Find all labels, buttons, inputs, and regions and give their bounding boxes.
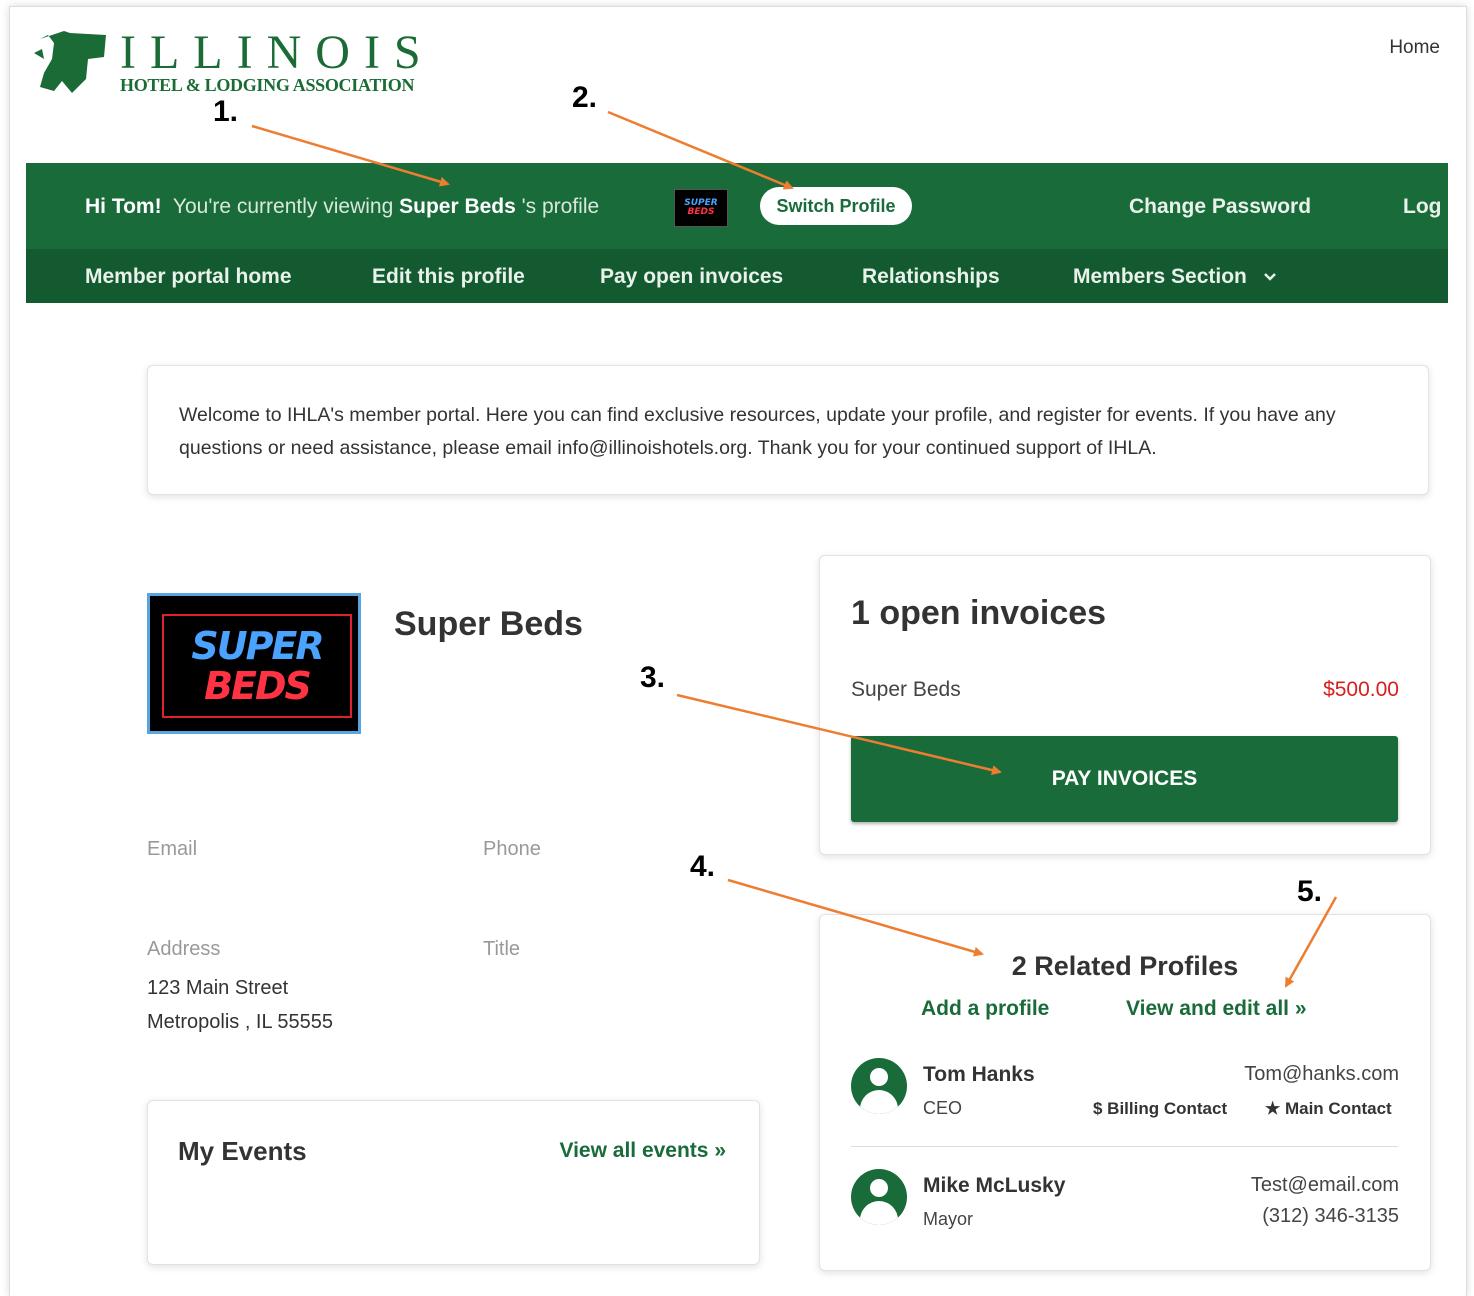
my-events-card: My Events View all events »: [147, 1100, 760, 1265]
browser-frame: ILLINOIS HOTEL & LODGING ASSOCIATION Hom…: [9, 6, 1467, 1296]
greeting-text: Hi Tom! You're currently viewing Super B…: [85, 195, 599, 219]
profile-logo-bottom: BEDS: [204, 664, 312, 708]
view-edit-all-link[interactable]: View and edit all »: [1126, 997, 1307, 1021]
nav-members-section-label: Members Section: [1073, 265, 1247, 288]
address-line1: 123 Main Street: [147, 977, 289, 999]
mini-logo-bottom: BEDS: [687, 207, 715, 217]
main-contact-badge: ★ Main Contact: [1265, 1099, 1392, 1118]
invoices-title: 1 open invoices: [851, 594, 1107, 632]
nav-member-portal-home[interactable]: Member portal home: [85, 265, 292, 289]
illinois-state-icon: [34, 31, 106, 93]
home-link[interactable]: Home: [1389, 37, 1440, 59]
greeting-viewing: You're currently viewing: [172, 195, 394, 218]
avatar-body: [860, 1090, 898, 1114]
nav-relationships[interactable]: Relationships: [862, 265, 1000, 289]
invoice-name: Super Beds: [851, 678, 961, 701]
person-title: Mayor: [923, 1209, 974, 1229]
switch-profile-button[interactable]: Switch Profile: [760, 187, 912, 225]
greeting-hi: Hi Tom!: [85, 195, 162, 218]
welcome-text: Welcome to IHLA's member portal. Here yo…: [179, 404, 1336, 459]
greeting-suffix: 's profile: [521, 195, 600, 218]
ihla-logo[interactable]: ILLINOIS HOTEL & LODGING ASSOCIATION: [34, 29, 434, 99]
annotation-4: 4.: [690, 850, 716, 883]
logout-link[interactable]: Log: [1403, 195, 1441, 219]
open-invoices-card: 1 open invoices Super Beds $500.00 PAY I…: [819, 555, 1431, 855]
person-email[interactable]: Test@email.com: [1251, 1174, 1399, 1197]
title-label: Title: [483, 938, 521, 960]
profile-logo-top: SUPER: [191, 624, 324, 668]
add-profile-link[interactable]: Add a profile: [921, 997, 1049, 1021]
pay-invoices-button[interactable]: PAY INVOICES: [851, 736, 1398, 822]
person-avatar-icon: [851, 1169, 907, 1225]
profile-name: Super Beds: [394, 605, 583, 643]
person-avatar-icon: [851, 1058, 907, 1114]
chevron-down-icon: [1263, 273, 1276, 282]
org-mini-logo: SUPER BEDS: [674, 189, 728, 227]
nav-edit-profile[interactable]: Edit this profile: [372, 265, 525, 289]
person-name[interactable]: Tom Hanks: [923, 1063, 1035, 1087]
change-password-link[interactable]: Change Password: [1129, 195, 1311, 219]
welcome-card: Welcome to IHLA's member portal. Here yo…: [147, 365, 1429, 495]
greeting-org: Super Beds: [399, 195, 516, 218]
address-line2: Metropolis , IL 55555: [147, 1011, 334, 1033]
my-events-title: My Events: [178, 1136, 307, 1166]
avatar-body: [860, 1201, 898, 1225]
person-name[interactable]: Mike McLusky: [923, 1174, 1065, 1198]
avatar-head: [870, 1179, 888, 1197]
avatar-head: [870, 1068, 888, 1086]
profile-logo: SUPER BEDS: [147, 593, 361, 734]
annotation-2: 2.: [572, 81, 598, 114]
annotation-3: 3.: [640, 661, 666, 694]
invoice-amount: $500.00: [1323, 678, 1399, 701]
person-email[interactable]: Tom@hanks.com: [1244, 1063, 1399, 1086]
view-all-events-link[interactable]: View all events »: [559, 1139, 726, 1163]
email-label: Email: [147, 838, 198, 860]
main-nav: Member portal home Edit this profile Pay…: [26, 249, 1448, 303]
person-phone[interactable]: (312) 346-3135: [1262, 1205, 1399, 1228]
nav-pay-invoices[interactable]: Pay open invoices: [600, 265, 783, 289]
phone-label: Phone: [483, 838, 541, 860]
profile-bar: Hi Tom! You're currently viewing Super B…: [26, 163, 1448, 249]
address-label: Address: [147, 938, 221, 960]
annotation-1: 1.: [213, 95, 239, 128]
nav-members-section[interactable]: Members Section: [1073, 265, 1277, 289]
related-profiles-title: 2 Related Profiles: [1011, 951, 1239, 981]
person-divider: [851, 1146, 1398, 1147]
logo-subtitle: HOTEL & LODGING ASSOCIATION: [120, 75, 415, 95]
annotation-5: 5.: [1297, 875, 1323, 908]
related-profiles-card: 2 Related Profiles Add a profile View an…: [819, 914, 1431, 1271]
person-title: CEO: [923, 1098, 963, 1118]
profile-logo-inner: SUPER BEDS: [162, 614, 352, 718]
billing-contact-badge: $ Billing Contact: [1093, 1099, 1228, 1118]
logo-wordmark: ILLINOIS: [120, 26, 435, 79]
